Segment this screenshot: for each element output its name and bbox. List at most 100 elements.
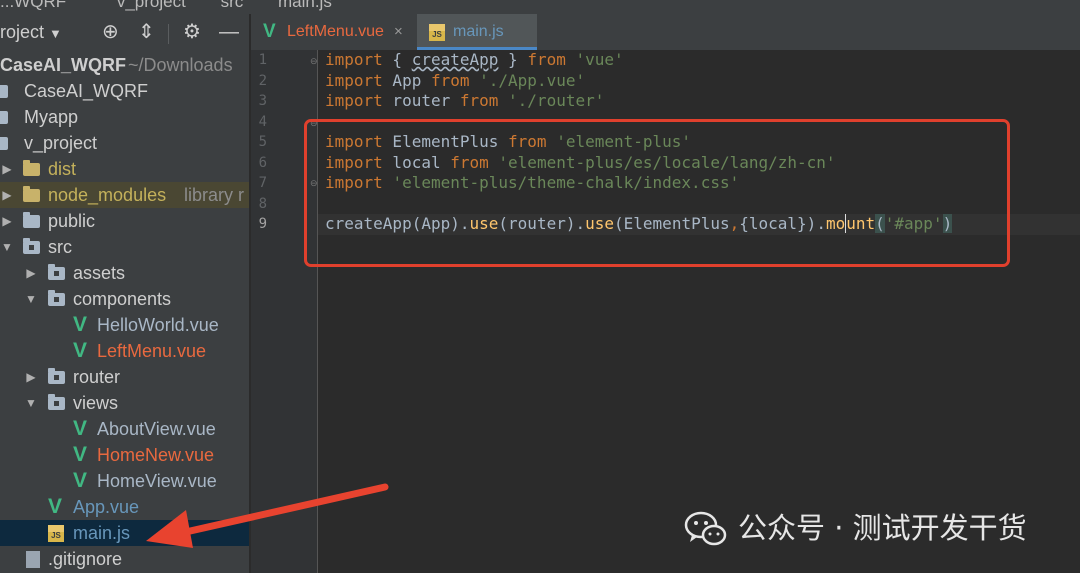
hide-panel-icon[interactable]: — (219, 20, 239, 44)
tree-item-myapp[interactable]: Myapp (0, 104, 249, 130)
tree-item-label: node_modules (48, 185, 167, 205)
chevron-right-icon[interactable]: ▶ (0, 156, 14, 182)
tree-item-label: components (73, 289, 172, 309)
line-number: 3 (258, 93, 267, 109)
tree-item-router[interactable]: ▶ router (0, 364, 249, 390)
tree-item-leftmenu[interactable]: V LeftMenu.vue (0, 338, 249, 364)
tree-item-node-modules[interactable]: ▶ node_modules library r (0, 182, 249, 208)
navigation-bar: ...WQRF v_project src main.js (0, 0, 1080, 15)
tree-item-v-project[interactable]: v_project (0, 130, 249, 156)
tree-item-assets[interactable]: ▶ assets (0, 260, 249, 286)
tree-item-label: App.vue (73, 497, 140, 517)
tree-item-aboutview[interactable]: V AboutView.vue (0, 416, 249, 442)
chevron-down-icon[interactable]: ▼ (24, 286, 38, 312)
project-panel-title-text: roject (0, 22, 45, 42)
watermark: 公众号 · 测试开发干货 (684, 508, 1054, 548)
tab-leftmenu-vue[interactable]: V LeftMenu.vue × (251, 14, 414, 50)
breadcrumb-item[interactable]: ...WQRF (0, 0, 66, 11)
breadcrumb: ...WQRF v_project src main.js (0, 0, 338, 12)
gear-icon[interactable]: ⚙ (183, 20, 201, 44)
vue-file-icon: V (73, 313, 88, 336)
tree-item-label: router (73, 367, 121, 387)
line-number: 2 (258, 72, 267, 89)
chevron-down-icon[interactable]: ▼ (24, 390, 38, 416)
tree-item-label: CaseAI_WQRF (0, 55, 127, 75)
js-file-icon: JS (48, 525, 64, 542)
folder-icon (48, 368, 65, 384)
tree-item-label: main.js (73, 523, 131, 543)
tree-item-components[interactable]: ▼ components (0, 286, 249, 312)
vue-file-icon: V (73, 339, 88, 362)
folder-icon (0, 111, 8, 124)
vue-file-icon: V (263, 21, 276, 42)
project-panel-title[interactable]: roject ▼ (0, 22, 62, 43)
fold-marker-icon[interactable]: ⊖ (310, 56, 318, 67)
chevron-down-icon[interactable]: ▼ (0, 234, 14, 260)
tree-item-label: LeftMenu.vue (97, 341, 207, 361)
chevron-right-icon[interactable]: ▶ (0, 208, 14, 234)
tree-item-label: HelloWorld.vue (97, 315, 219, 335)
file-icon (26, 551, 40, 568)
tree-item-helloworld[interactable]: V HelloWorld.vue (0, 312, 249, 338)
chevron-right-icon[interactable]: ▶ (0, 182, 14, 208)
code-line-3: import router from './router' (325, 91, 605, 110)
toolbar-divider (168, 24, 169, 44)
highlight-box (304, 119, 1010, 267)
tree-item-app-vue[interactable]: V App.vue (0, 494, 249, 520)
tree-item-label: Myapp (24, 107, 79, 127)
tree-item-public[interactable]: ▶ public (0, 208, 249, 234)
tree-item-label: HomeView.vue (97, 471, 217, 491)
vue-file-icon: V (48, 495, 63, 518)
project-panel-header: roject ▼ ⊕ ⇕ ⚙ — (0, 14, 249, 52)
tree-item-label: views (73, 393, 119, 413)
collapse-all-icon[interactable]: ⇕ (138, 20, 155, 44)
locate-icon[interactable]: ⊕ (102, 20, 119, 44)
line-number: 7 (258, 175, 267, 191)
tab-label: main.js (453, 23, 504, 40)
tree-item-caseai-root[interactable]: CaseAI_WQRF ~/Downloads (0, 52, 249, 78)
tree-item-label: AboutView.vue (97, 419, 216, 439)
tree-item-gitignore[interactable]: .gitignore (0, 546, 249, 572)
tree-item-homeview[interactable]: V HomeView.vue (0, 468, 249, 494)
tree-item-views[interactable]: ▼ views (0, 390, 249, 416)
tab-main-js[interactable]: JS main.js (417, 14, 537, 50)
breadcrumb-item[interactable]: v_project (117, 0, 186, 11)
chevron-right-icon[interactable]: ▶ (24, 260, 38, 286)
chevron-right-icon[interactable]: ▶ (24, 364, 38, 390)
tree-item-label: .gitignore (48, 549, 123, 569)
folder-icon (23, 160, 40, 176)
breadcrumb-item[interactable]: src (221, 0, 244, 11)
tree-item-path: ~/Downloads (128, 55, 233, 75)
js-file-icon: JS (429, 24, 445, 41)
tree-item-label: HomeNew.vue (97, 445, 215, 465)
line-number: 9 (258, 216, 267, 232)
close-icon[interactable]: × (394, 14, 403, 50)
code-line-1: import { createApp } from 'vue' (325, 50, 624, 69)
tree-item-label: dist (48, 159, 77, 179)
tree-item-caseai[interactable]: CaseAI_WQRF (0, 78, 249, 104)
code-line-2: import App from './App.vue' (325, 70, 586, 90)
tree-item-main-js[interactable]: JS main.js (0, 520, 249, 546)
line-number: 4 (258, 113, 267, 130)
tree-item-homenew[interactable]: V HomeNew.vue (0, 442, 249, 468)
tree-item-label: assets (73, 263, 126, 283)
line-number: 8 (258, 195, 267, 212)
folder-icon (48, 264, 65, 280)
tree-item-src[interactable]: ▼ src (0, 234, 249, 260)
breadcrumb-item[interactable]: main.js (278, 0, 332, 11)
tree-item-label: src (48, 237, 72, 257)
tree-item-label: CaseAI_WQRF (24, 81, 149, 101)
line-number: 6 (258, 154, 267, 171)
folder-icon (23, 238, 40, 254)
folder-icon (0, 85, 8, 98)
folder-icon (48, 290, 65, 306)
tree-item-dist[interactable]: ▶ dist (0, 156, 249, 182)
vue-file-icon: V (73, 417, 88, 440)
tab-label: LeftMenu.vue (287, 23, 384, 40)
folder-icon (0, 137, 8, 150)
vue-file-icon: V (73, 443, 88, 466)
chevron-down-icon: ▼ (49, 26, 62, 41)
watermark-text: 公众号 · 测试开发干货 (738, 511, 1027, 545)
wechat-icon (684, 511, 727, 546)
tree-item-label: v_project (24, 133, 98, 153)
